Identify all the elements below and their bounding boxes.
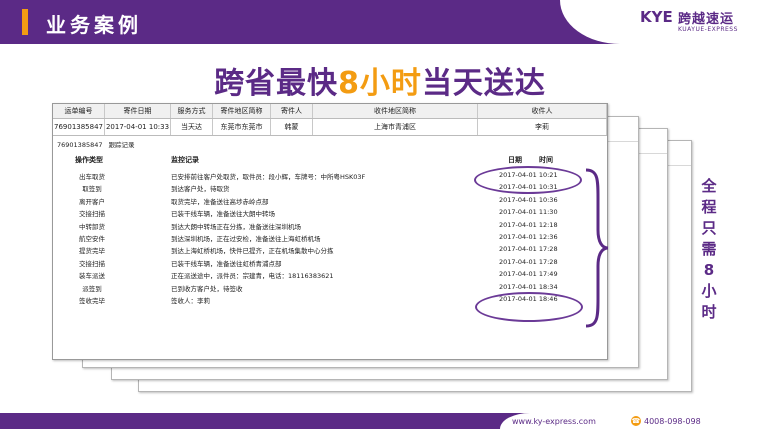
logo-en-name: KUAYUE-EXPRESS: [678, 26, 738, 33]
col-header: 服务方式: [171, 104, 213, 118]
row-time: 2017-04-01 17:28: [499, 257, 558, 266]
highlight-circle-start: [474, 166, 582, 194]
side-char: 程: [701, 198, 717, 216]
logo-name: 跨越速运: [678, 12, 735, 27]
headline-pre: 跨省最快: [214, 66, 339, 101]
row-op: 交接扫描: [79, 259, 105, 268]
col-time-header: 时间: [539, 156, 553, 164]
row-record: 到达客户处，待取货: [171, 185, 230, 194]
row-op: 航空安件: [79, 235, 105, 243]
headline-post: 当天送达: [421, 66, 546, 101]
row-record: 到达深圳机场，正在过安检，准备送往上海虹桥机场: [171, 235, 321, 243]
col-record-header: 监控记录: [171, 156, 199, 164]
col-header: 寄件人: [271, 104, 313, 118]
tracking-row[interactable]: 交接扫描 已装干线车辆，准备送往大朗中转场 2017-04-01 11:30: [53, 208, 607, 220]
company-logo: KYE 跨越速运 KUAYUE-EXPRESS: [640, 6, 750, 38]
side-char: 需: [701, 240, 717, 258]
row-record: 已到收方客户处，待签收: [171, 284, 243, 293]
row-record: 已装干线车辆，准备送往虹桥青浦点部: [171, 259, 282, 268]
col-header: 收件人: [478, 104, 607, 118]
row-op: 出车取货: [79, 173, 105, 181]
side-char: 只: [701, 219, 717, 237]
col-header: 收件地区简称: [313, 104, 478, 118]
cell-service: 当天达: [171, 119, 213, 135]
side-char: 8: [703, 261, 715, 279]
row-op: 交接扫描: [79, 210, 105, 219]
row-op: 中转卸货: [79, 222, 105, 231]
row-record: 正在派送途中，派件员：宗建青，电话：18116383621: [171, 272, 334, 281]
footer-phone: 4008-098-098: [644, 417, 701, 426]
side-char: 小: [701, 282, 717, 300]
tracking-row[interactable]: 交接扫描 已装干线车辆，准备送往虹桥青浦点部 2017-04-01 17:28: [53, 258, 607, 270]
tab-waybill: 76901385847: [57, 141, 103, 149]
highlight-circle-end: [475, 292, 583, 322]
col-header: 运单编号: [53, 104, 105, 118]
cell-send-date: 2017-04-01 10:33: [105, 119, 171, 135]
tracking-row[interactable]: 提货完毕 到达上海虹桥机场，快件已提齐，正在机场集散中心分拣 2017-04-01 …: [53, 245, 607, 257]
phone-icon: ☎: [631, 416, 641, 426]
row-time: 2017-04-01 11:30: [499, 208, 558, 217]
curly-brace: [585, 168, 609, 328]
cell-sender: 韩蒙: [271, 119, 313, 135]
tracking-tab[interactable]: 76901385847 跟踪记录: [57, 139, 141, 149]
tab-label: 跟踪记录: [108, 141, 135, 149]
row-record: 到达大朗中转场正在分拣，准备送往深圳机场: [171, 222, 301, 231]
tracking-row[interactable]: 中转卸货 到达大朗中转场正在分拣，准备送往深圳机场 2017-04-01 12:18: [53, 221, 607, 233]
row-time: 2017-04-01 18:34: [499, 282, 558, 291]
tracking-row[interactable]: 离开客户 取货完毕，准备送往高埗赤岭点部 2017-04-01 10:36: [53, 196, 607, 208]
col-header: 寄件日期: [105, 104, 171, 118]
logo-mark: KYE: [640, 8, 673, 26]
row-op: 派签到: [82, 284, 102, 293]
row-record: 签收人：李莉: [171, 297, 210, 305]
row-op: 取签到: [82, 185, 102, 194]
cell-receiver: 李莉: [478, 119, 607, 135]
row-time: 2017-04-01 12:36: [499, 233, 558, 241]
col-header: 寄件地区简称: [213, 104, 271, 118]
row-op: 提货完毕: [79, 247, 105, 256]
shipment-header-row: 运单编号 寄件日期 服务方式 寄件地区简称 寄件人 收件地区简称 收件人: [53, 104, 607, 119]
row-op: 离开客户: [79, 197, 105, 206]
row-op: 装车派送: [79, 272, 105, 281]
row-record: 已装干线车辆，准备送往大朗中转场: [171, 210, 275, 219]
section-title: 业务案例: [46, 13, 142, 37]
row-record: 到达上海虹桥机场，快件已提齐，正在机场集散中心分拣: [171, 247, 334, 256]
tracking-row[interactable]: 航空安件 到达深圳机场，正在过安检，准备送往上海虹桥机场 2017-04-01 12…: [53, 233, 607, 245]
footer-url[interactable]: www.ky-express.com: [512, 417, 596, 426]
row-time: 2017-04-01 17:28: [499, 245, 558, 254]
row-time: 2017-04-01 10:36: [499, 195, 558, 204]
side-char: 全: [701, 177, 717, 195]
side-caption: 全 程 只 需 8 小 时: [696, 176, 722, 323]
side-char: 时: [701, 303, 717, 321]
title-accent-bar: [22, 9, 28, 35]
cell-waybill: 76901385847: [53, 119, 105, 135]
row-time: 2017-04-01 12:18: [499, 220, 558, 229]
headline-highlight: 8小时: [338, 66, 422, 101]
cell-destination: 上海市青浦区: [313, 119, 478, 135]
col-date-header: 日期: [508, 156, 522, 164]
headline: 跨省最快8小时当天送达: [0, 58, 760, 102]
col-op-header: 操作类型: [75, 156, 103, 164]
row-record: 取货完毕，准备送往高埗赤岭点部: [171, 197, 269, 206]
shipment-row[interactable]: 76901385847 2017-04-01 10:33 当天达 东莞市东莞市 …: [53, 119, 607, 136]
row-op: 签收完毕: [79, 297, 105, 305]
row-time: 2017-04-01 17:49: [499, 270, 558, 279]
tracking-row[interactable]: 装车派送 正在派送途中，派件员：宗建青，电话：18116383621 2017-04…: [53, 270, 607, 282]
cell-origin: 东莞市东莞市: [213, 119, 271, 135]
row-record: 已安排前往客户处取货，取件员：段小辉，车牌号：中所粤HSK03F: [171, 173, 366, 181]
